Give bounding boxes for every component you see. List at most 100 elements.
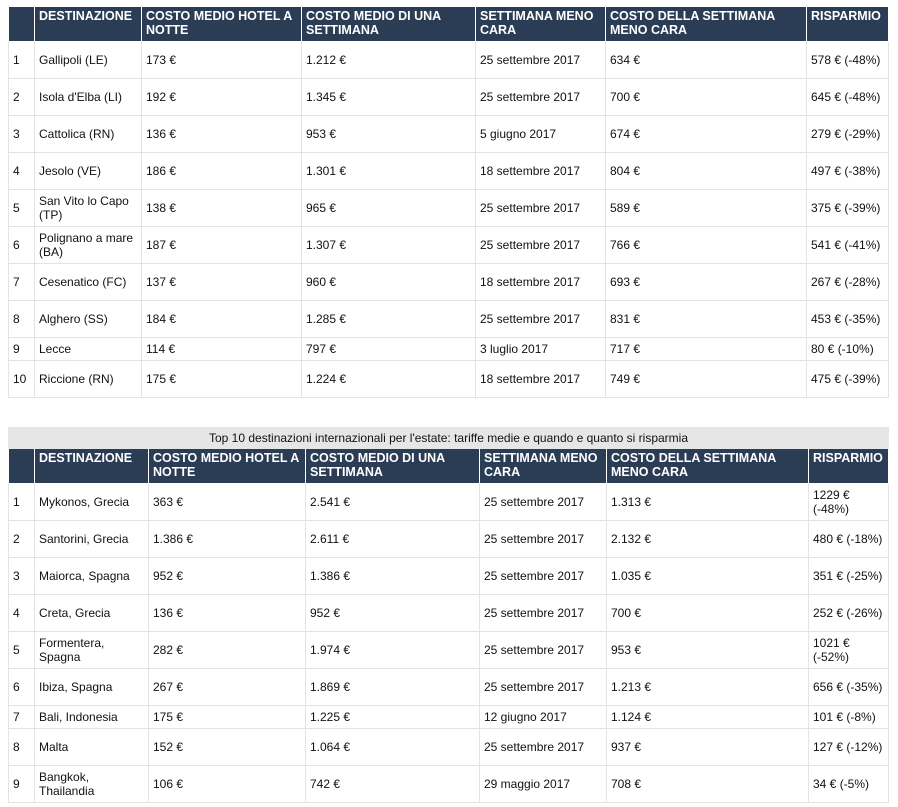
cell-avg-night: 175 €	[148, 705, 306, 729]
cell-index: 8	[8, 728, 35, 766]
table-row: 4 Creta, Grecia 136 €952 €25 settembre 201…	[8, 594, 889, 632]
cell-avg-week: 1.301 €	[301, 152, 476, 190]
cell-avg-week: 960 €	[301, 263, 476, 301]
cell-index: 1	[8, 483, 35, 521]
cell-cheapest-week: 12 giugno 2017	[479, 705, 607, 729]
cell-destination: Mykonos, Grecia	[34, 483, 149, 521]
cell-index: 7	[8, 263, 35, 301]
cell-savings: 279 € (-29%)	[806, 115, 889, 153]
cell-cheapest-week: 25 settembre 2017	[479, 728, 607, 766]
cell-avg-week: 953 €	[301, 115, 476, 153]
cell-destination: Creta, Grecia	[34, 594, 149, 632]
cell-cheapest-week: 25 settembre 2017	[479, 557, 607, 595]
cell-avg-week: 1.386 €	[305, 557, 480, 595]
cell-avg-night: 187 €	[141, 226, 302, 264]
cell-destination: Isola d'Elba (LI)	[34, 78, 142, 116]
cell-destination: Malta	[34, 728, 149, 766]
table-header-row: DESTINAZIONE COSTO MEDIO HOTEL A NOTTE C…	[8, 6, 889, 42]
domestic-destinations-table: DESTINAZIONE COSTO MEDIO HOTEL A NOTTE C…	[8, 6, 889, 398]
cell-cheapest-week: 25 settembre 2017	[479, 483, 607, 521]
cell-cheapest-week-cost: 749 €	[605, 360, 807, 398]
cell-destination: Bali, Indonesia	[34, 705, 149, 729]
table-row: 7 Cesenatico (FC) 137 €960 €18 settembre 2…	[8, 263, 889, 301]
cell-destination: Riccione (RN)	[34, 360, 142, 398]
cell-index: 2	[8, 78, 35, 116]
cell-avg-week: 1.064 €	[305, 728, 480, 766]
cell-avg-week: 1.345 €	[301, 78, 476, 116]
domestic-table-body: 1 Gallipoli (LE) 173 €1.212 €25 settembre …	[8, 41, 889, 398]
cell-cheapest-week-cost: 2.132 €	[606, 520, 809, 558]
table-caption-row: Top 10 destinazioni internazionali per l…	[8, 427, 889, 449]
cell-cheapest-week-cost: 693 €	[605, 263, 807, 301]
cell-avg-night: 192 €	[141, 78, 302, 116]
cell-cheapest-week: 25 settembre 2017	[475, 78, 606, 116]
cell-avg-week: 797 €	[301, 337, 476, 361]
table-row: 5 Formentera, Spagna 282 €1.974 €25 settem…	[8, 631, 889, 669]
cell-savings: 656 € (-35%)	[808, 668, 889, 706]
cell-savings: 1229 € (-48%)	[808, 483, 889, 521]
cell-cheapest-week: 25 settembre 2017	[475, 300, 606, 338]
cell-cheapest-week: 5 giugno 2017	[475, 115, 606, 153]
table-row: 7 Bali, Indonesia 175 €1.225 €12 giugno 20…	[8, 705, 889, 729]
cell-savings: 375 € (-39%)	[806, 189, 889, 227]
cell-cheapest-week-cost: 1.313 €	[606, 483, 809, 521]
header-cell-cheapest-week-cost: COSTO DELLA SETTIMANA MENO CARA	[605, 6, 807, 42]
cell-cheapest-week: 18 settembre 2017	[475, 152, 606, 190]
cell-avg-night: 267 €	[148, 668, 306, 706]
cell-cheapest-week-cost: 708 €	[606, 765, 809, 803]
cell-avg-night: 106 €	[148, 765, 306, 803]
cell-destination: Formentera, Spagna	[34, 631, 149, 669]
cell-destination: Alghero (SS)	[34, 300, 142, 338]
cell-savings: 453 € (-35%)	[806, 300, 889, 338]
cell-index: 9	[8, 337, 35, 361]
table-row: 3 Maiorca, Spagna 952 €1.386 €25 settembre…	[8, 557, 889, 595]
cell-savings: 541 € (-41%)	[806, 226, 889, 264]
cell-cheapest-week-cost: 674 €	[605, 115, 807, 153]
header-cell-cheapest-week: SETTIMANA MENO CARA	[479, 448, 607, 484]
cell-avg-night: 184 €	[141, 300, 302, 338]
header-cell-destination: DESTINAZIONE	[34, 6, 142, 42]
cell-index: 1	[8, 41, 35, 79]
header-cell-avg-night: COSTO MEDIO HOTEL A NOTTE	[148, 448, 306, 484]
cell-savings: 80 € (-10%)	[806, 337, 889, 361]
table-header-row: DESTINAZIONE COSTO MEDIO HOTEL A NOTTE C…	[8, 448, 889, 484]
cell-cheapest-week: 25 settembre 2017	[479, 594, 607, 632]
cell-destination: Polignano a mare (BA)	[34, 226, 142, 264]
cell-index: 3	[8, 557, 35, 595]
cell-destination: Cesenatico (FC)	[34, 263, 142, 301]
cell-cheapest-week-cost: 766 €	[605, 226, 807, 264]
cell-avg-night: 137 €	[141, 263, 302, 301]
cell-savings: 578 € (-48%)	[806, 41, 889, 79]
cell-index: 10	[8, 360, 35, 398]
cell-destination: Gallipoli (LE)	[34, 41, 142, 79]
cell-avg-night: 363 €	[148, 483, 306, 521]
header-cell-savings: RISPARMIO	[808, 448, 889, 484]
cell-avg-night: 1.386 €	[148, 520, 306, 558]
header-cell-destination: DESTINAZIONE	[34, 448, 149, 484]
cell-avg-week: 1.974 €	[305, 631, 480, 669]
international-destinations-table: Top 10 destinazioni internazionali per l…	[8, 427, 889, 803]
header-cell-avg-night: COSTO MEDIO HOTEL A NOTTE	[141, 6, 302, 42]
table-row: 6 Ibiza, Spagna 267 €1.869 €25 settembre 2…	[8, 668, 889, 706]
cell-avg-week: 1.225 €	[305, 705, 480, 729]
cell-cheapest-week-cost: 1.035 €	[606, 557, 809, 595]
cell-avg-week: 1.869 €	[305, 668, 480, 706]
cell-index: 8	[8, 300, 35, 338]
header-cell-index	[8, 448, 35, 484]
table-row: 2 Isola d'Elba (LI) 192 €1.345 €25 settemb…	[8, 78, 889, 116]
table-row: 2 Santorini, Grecia 1.386 €2.611 €25 sette…	[8, 520, 889, 558]
cell-savings: 497 € (-38%)	[806, 152, 889, 190]
cell-cheapest-week: 29 maggio 2017	[479, 765, 607, 803]
table-row: 1 Gallipoli (LE) 173 €1.212 €25 settembre …	[8, 41, 889, 79]
cell-destination: Bangkok, Thailandia	[34, 765, 149, 803]
header-cell-avg-week: COSTO MEDIO DI UNA SETTIMANA	[305, 448, 480, 484]
cell-avg-night: 114 €	[141, 337, 302, 361]
cell-destination: Santorini, Grecia	[34, 520, 149, 558]
cell-cheapest-week: 18 settembre 2017	[475, 360, 606, 398]
cell-savings: 267 € (-28%)	[806, 263, 889, 301]
cell-avg-week: 2.541 €	[305, 483, 480, 521]
cell-avg-week: 952 €	[305, 594, 480, 632]
cell-destination: San Vito lo Capo (TP)	[34, 189, 142, 227]
cell-savings: 127 € (-12%)	[808, 728, 889, 766]
cell-cheapest-week-cost: 831 €	[605, 300, 807, 338]
